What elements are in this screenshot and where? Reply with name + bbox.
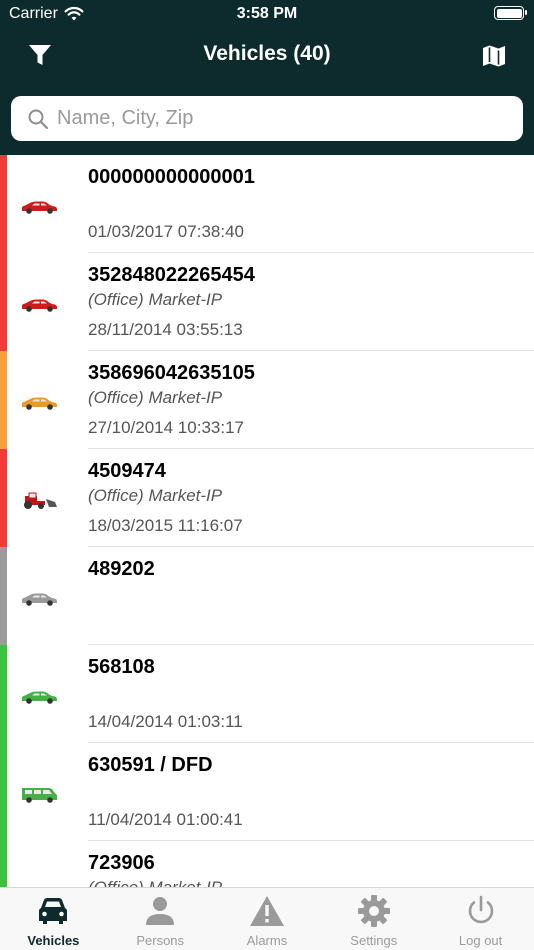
status-time: 3:58 PM <box>236 5 298 22</box>
tab-label: Persons <box>136 933 185 948</box>
car-icon <box>39 898 68 924</box>
tab-persons[interactable]: Persons <box>107 888 214 950</box>
tab-settings[interactable]: Settings <box>320 888 427 950</box>
vehicle-timestamp: 27/10/2014 10:33:17 <box>88 418 244 437</box>
tractor-icon <box>24 492 57 509</box>
search-input[interactable] <box>57 107 497 130</box>
vehicle-row[interactable]: 568108 14/04/2014 01:03:11 <box>0 645 534 743</box>
car-icon <box>21 201 57 214</box>
vehicle-row[interactable]: 352848022265454 (Office) Market-IP 28/11… <box>0 253 534 351</box>
car-icon <box>21 397 57 410</box>
vehicle-row[interactable]: 630591 / DFD 11/04/2014 01:00:41 <box>0 743 534 841</box>
vehicle-id: 358696042635105 <box>88 362 255 384</box>
tab-label: Log out <box>458 933 503 948</box>
vehicle-id: 000000000000001 <box>88 166 255 188</box>
vehicle-row[interactable]: 489202 <box>0 547 534 645</box>
vehicle-timestamp: 01/03/2017 07:38:40 <box>88 222 244 241</box>
app-header: Carrier 3:58 PM Vehicles (40) <box>0 0 534 155</box>
vehicle-timestamp: 11/04/2014 01:00:41 <box>88 810 243 829</box>
vehicle-id: 352848022265454 <box>88 264 255 286</box>
vehicle-row[interactable]: 000000000000001 01/03/2017 07:38:40 <box>0 155 534 253</box>
status-bar: Carrier 3:58 PM <box>0 0 534 30</box>
search-icon <box>28 109 49 129</box>
navigation-bar: Vehicles (40) <box>0 30 534 80</box>
status-strip <box>0 155 7 253</box>
vehicle-timestamp: 28/11/2014 03:55:13 <box>88 320 243 339</box>
tab-bar: Vehicles Persons Alarms Settings Log out <box>0 887 534 950</box>
vehicle-location: (Office) Market-IP <box>88 388 223 407</box>
page-title: Vehicles (40) <box>203 42 331 65</box>
car-icon <box>21 593 57 606</box>
vehicle-row[interactable]: 358696042635105 (Office) Market-IP 27/10… <box>0 351 534 449</box>
tab-log-out[interactable]: Log out <box>427 888 534 950</box>
person-icon <box>146 897 175 925</box>
vehicle-location: (Office) Market-IP <box>88 486 223 505</box>
tab-label: Vehicles <box>27 933 80 948</box>
status-strip <box>0 841 7 887</box>
tab-label: Alarms <box>246 933 288 948</box>
van-icon <box>22 788 57 803</box>
status-strip <box>0 253 7 351</box>
car-icon <box>21 691 57 704</box>
warning-icon <box>249 896 284 926</box>
vehicle-location: (Office) Market-IP <box>88 290 223 309</box>
status-strip <box>0 547 7 645</box>
vehicle-id: 723906 <box>88 852 155 874</box>
search-bar[interactable] <box>11 96 523 141</box>
vehicle-list: 000000000000001 01/03/2017 07:38:40 3528… <box>0 155 534 887</box>
status-strip <box>0 743 7 841</box>
power-icon <box>468 895 493 924</box>
vehicle-id: 4509474 <box>88 460 166 482</box>
status-strip <box>0 449 7 547</box>
vehicle-timestamp: 18/03/2015 11:16:07 <box>88 516 243 535</box>
vehicle-row[interactable]: 723906 (Office) Market-IP <box>0 841 534 887</box>
vehicle-id: 630591 / DFD <box>88 754 213 776</box>
tab-vehicles[interactable]: Vehicles <box>0 888 107 950</box>
tab-label: Settings <box>350 933 398 948</box>
vehicle-timestamp: 14/04/2014 01:03:11 <box>88 712 243 731</box>
status-strip <box>0 351 7 449</box>
vehicle-id: 568108 <box>88 656 155 678</box>
vehicle-id: 489202 <box>88 558 155 580</box>
car-icon <box>21 299 57 312</box>
gear-icon <box>357 895 390 927</box>
vehicle-row[interactable]: 4509474 (Office) Market-IP 18/03/2015 11… <box>0 449 534 547</box>
map-icon[interactable] <box>480 42 508 70</box>
tab-alarms[interactable]: Alarms <box>214 888 321 950</box>
vehicle-location: (Office) Market-IP <box>88 878 222 887</box>
battery-icon <box>494 6 527 20</box>
status-strip <box>0 645 7 743</box>
